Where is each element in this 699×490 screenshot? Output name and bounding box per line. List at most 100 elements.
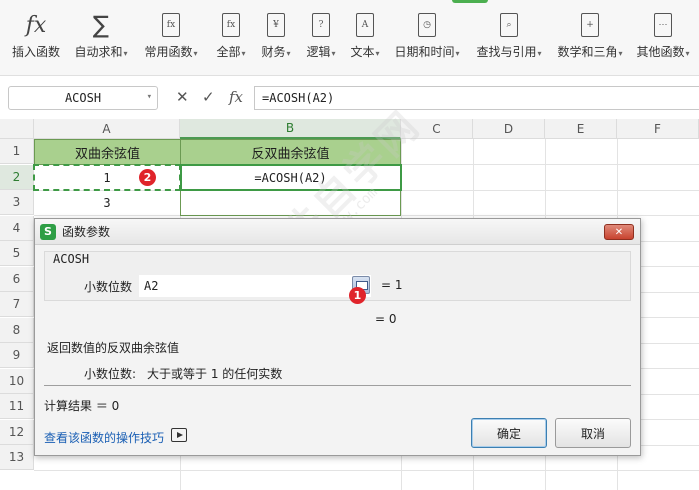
argument-result: = 1 [381,278,403,292]
cancel-button[interactable]: 取消 [555,418,631,448]
ribbon-button-7[interactable]: A 文本▾ [343,10,387,66]
chevron-down-icon: ▾ [241,49,246,58]
ribbon-button-1[interactable]: fx 插入函数 [5,10,67,66]
argument-description-label: 小数位数: [84,367,137,381]
lookup-icon: ⌕ [469,10,549,40]
ribbon-button-3[interactable]: fx 常用函数▾ [138,10,204,66]
chevron-down-icon: ▾ [375,49,380,58]
clock-icon: ◷ [388,10,466,40]
row-header-12[interactable]: 12 [0,419,34,445]
divider [44,385,631,386]
column-header-d[interactable]: D [473,119,545,139]
column-header-e[interactable]: E [545,119,617,139]
column-header-b[interactable]: B [180,119,401,139]
row-header-1[interactable]: 1 [0,139,34,164]
row-header-3[interactable]: 3 [0,190,34,215]
ribbon-button-4[interactable]: fx 全部▾ [208,10,254,66]
column-header-f[interactable]: F [617,119,699,139]
ribbon-button-label: 数学和三角▾ [557,45,623,59]
help-link[interactable]: 查看该函数的操作技巧 [44,429,164,446]
ribbon-button-label: 常用函数▾ [144,45,198,59]
ribbon-button-label: 逻辑▾ [306,45,336,59]
chevron-down-icon: ▾ [685,49,690,58]
row-header-2[interactable]: 2 [0,164,34,190]
confirm-icon[interactable]: ✓ [202,88,215,106]
fx-icon[interactable]: fx [229,88,243,106]
argument-description: 大于或等于 1 的任何实数 [147,367,283,381]
ribbon-button-2[interactable]: ∑ 自动求和▾ [70,10,132,66]
ribbon-button-label: 日期和时间▾ [394,45,460,59]
active-cell-border [180,164,402,191]
math-icon: + [550,10,630,40]
ribbon-button-label: 全部▾ [216,45,246,59]
chevron-down-icon: ▾ [123,49,128,58]
chevron-down-icon: ▾ [286,49,291,58]
ribbon-button-5[interactable]: ¥ 财务▾ [254,10,298,66]
other-functions-icon: ⋯ [630,10,696,40]
row-header-10[interactable]: 10 [0,368,34,394]
function-result: = 0 [375,312,397,326]
row-header-11[interactable]: 11 [0,394,34,419]
text-icon: A [343,10,387,40]
argument-label: 小数位数 [84,280,133,294]
column-header-a[interactable]: A [34,119,180,139]
row-header-9[interactable]: 9 [0,343,34,368]
logic-icon: ? [299,10,343,40]
ribbon-button-label: 其他函数▾ [636,45,690,59]
row-header-5[interactable]: 5 [0,241,34,266]
close-button[interactable]: ✕ [604,224,634,240]
chevron-down-icon: ▾ [618,49,623,58]
fx-icon: fx [25,12,47,38]
formula-text: =ACOSH(A2) [262,91,335,105]
cell-a3[interactable]: 3 [34,190,180,215]
name-box-value: ACOSH [64,91,102,105]
ribbon-button-label: 查找与引用▾ [476,45,542,59]
select-all-corner[interactable] [0,119,34,139]
argument-value: A2 [144,279,159,293]
dialog-title: 函数参数 [62,225,111,239]
all-functions-icon: fx [208,10,254,40]
step-badge-2: 2 [139,169,156,186]
ribbon-button-10[interactable]: + 数学和三角▾ [550,10,630,66]
step-badge-1: 1 [349,287,366,304]
ribbon-button-label: 插入函数 [11,45,60,59]
dialog-title-bar[interactable]: S 函数参数 ✕ [35,219,640,245]
ribbon-button-8[interactable]: ◷ 日期和时间▾ [388,10,466,66]
row-header-4[interactable]: 4 [0,215,34,241]
formula-input[interactable]: =ACOSH(A2) [254,86,699,110]
cell-b1[interactable]: 反双曲余弦值 [180,139,401,165]
cell-b3[interactable] [180,190,401,216]
ribbon-button-label: 财务▾ [261,45,291,59]
cancel-icon[interactable]: ✕ [176,88,189,106]
ribbon-button-6[interactable]: ? 逻辑▾ [299,10,343,66]
row-header-8[interactable]: 8 [0,317,34,343]
ribbon-button-11[interactable]: ⋯ 其他函数▾ [630,10,696,66]
chevron-down-icon: ▾ [537,49,542,58]
formula-bar: ACOSH ▾ ✕ ✓ fx =ACOSH(A2) [0,84,699,114]
column-header-c[interactable]: C [401,119,473,139]
grid-line [34,470,699,471]
calculation-result: 计算结果 ＝ 0 [44,399,120,413]
ribbon-button-label: 文本▾ [350,45,380,59]
ribbon-button-9[interactable]: ⌕ 查找与引用▾ [469,10,549,66]
video-play-icon[interactable] [171,428,187,442]
ribbon-button-label: 自动求和▾ [74,45,128,59]
finance-icon: ¥ [254,10,298,40]
function-name: ACOSH [53,252,90,266]
ok-button[interactable]: 确定 [471,418,547,448]
chevron-down-icon: ▾ [455,49,460,58]
name-box[interactable]: ACOSH ▾ [8,86,158,110]
row-header-7[interactable]: 7 [0,292,34,317]
argument-input[interactable]: A2 [139,275,371,297]
function-description: 返回数值的反双曲余弦值 [47,341,180,355]
function-arguments-dialog: S 函数参数 ✕ ACOSH 小数位数 A2 1 = 1 = 0 返回数值的反双… [34,218,641,456]
ribbon-tab-indicator [452,0,488,3]
sigma-icon: ∑ [92,11,110,39]
reference-highlight [33,164,181,191]
chevron-down-icon: ▾ [193,49,198,58]
cell-a1[interactable]: 双曲余弦值 [34,139,181,165]
chevron-down-icon[interactable]: ▾ [147,92,152,102]
row-header-6[interactable]: 6 [0,266,34,292]
app-logo-icon: S [40,223,56,240]
row-header-13[interactable]: 13 [0,445,34,470]
